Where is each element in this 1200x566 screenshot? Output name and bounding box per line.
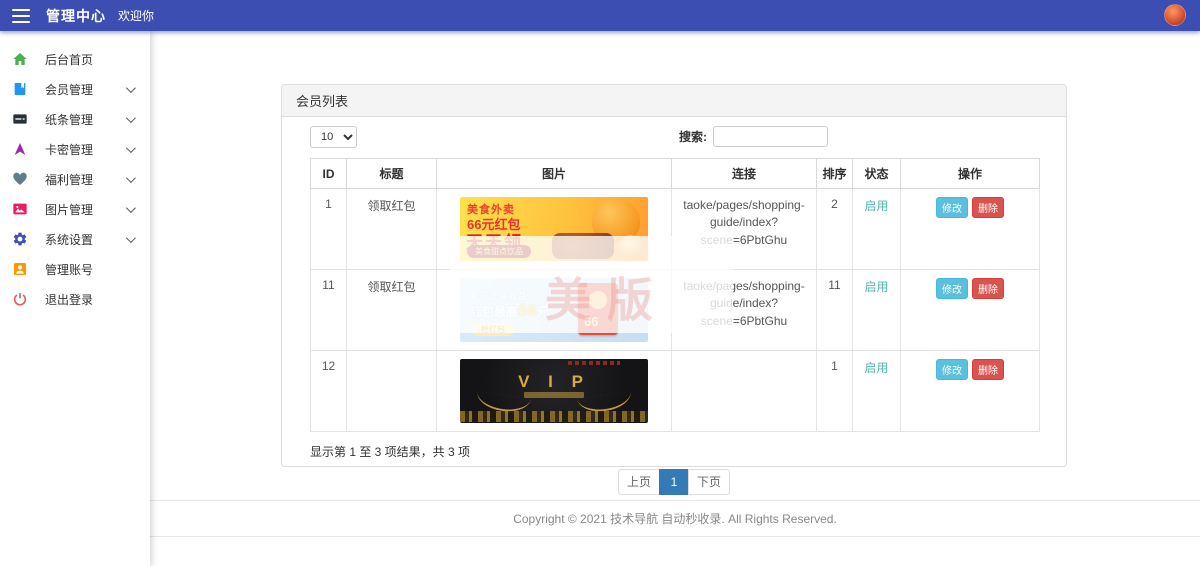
sidebar-item-notes[interactable]: 纸条管理 [0, 104, 150, 134]
sidebar-item-label: 退出登录 [45, 292, 94, 307]
delete-button[interactable]: 删除 [972, 359, 1004, 380]
search-input[interactable] [713, 126, 828, 147]
edit-button[interactable]: 修改 [936, 197, 968, 218]
notes-icon [13, 114, 27, 124]
sidebar-item-images[interactable]: 图片管理 [0, 194, 150, 224]
images-icon [13, 203, 27, 215]
cell-sort: 2 [816, 188, 853, 270]
gold-flourish-graphic [460, 411, 648, 422]
cell-actions: 修改 删除 [900, 350, 1040, 432]
sidebar-item-label: 后台首页 [45, 52, 94, 67]
sidebar-item-members[interactable]: 会员管理 [0, 74, 150, 104]
logout-icon [13, 293, 27, 306]
cell-sort: 11 [816, 269, 853, 351]
cell-id: 11 [310, 269, 347, 351]
header-status: 状态 [852, 158, 901, 189]
cell-link [671, 350, 817, 432]
sidebar-item-welfare[interactable]: 福利管理 [0, 164, 150, 194]
sidebar-item-admin-account[interactable]: 管理账号 [0, 254, 150, 284]
header-sort: 排序 [816, 158, 853, 189]
edit-button[interactable]: 修改 [936, 278, 968, 299]
cell-id: 12 [310, 350, 347, 432]
settings-icon [13, 232, 27, 246]
top-navbar: 管理中心 欢迎你 [0, 0, 1200, 31]
welfare-icon [13, 172, 27, 185]
table-header-row: ID 标题 图片 连接 排序 状态 操作 [310, 158, 1040, 189]
status-enabled[interactable]: 启用 [864, 280, 888, 294]
cell-title [346, 350, 437, 432]
cell-sort: 1 [816, 350, 853, 432]
card-key-icon [14, 143, 26, 155]
members-icon [14, 83, 26, 95]
account-icon [14, 263, 26, 275]
cell-image: V I P [436, 350, 672, 432]
delete-button[interactable]: 删除 [972, 197, 1004, 218]
home-icon [13, 53, 27, 65]
cell-title: 领取红包 [346, 269, 437, 351]
sidebar-item-card-keys[interactable]: 卡密管理 [0, 134, 150, 164]
user-avatar[interactable] [1164, 4, 1186, 26]
header-link: 连接 [671, 158, 817, 189]
table-toolbar: 10 搜索: [310, 126, 1038, 150]
results-summary: 显示第 1 至 3 项结果，共 3 项 [310, 445, 471, 459]
page-size-select[interactable]: 10 [310, 126, 357, 148]
sidebar-item-settings[interactable]: 系统设置 [0, 224, 150, 254]
copyright-text: Copyright © 2021 技术导航 自动秒收录. All Rights … [513, 512, 837, 526]
footer: Copyright © 2021 技术导航 自动秒收录. All Rights … [150, 500, 1200, 537]
delete-button[interactable]: 删除 [972, 278, 1004, 299]
sidebar-item-label: 管理账号 [45, 262, 94, 277]
welcome-text: 欢迎你 [118, 9, 155, 23]
red-marks-graphic [568, 361, 620, 365]
app-title: 管理中心 [46, 7, 106, 24]
edit-button[interactable]: 修改 [936, 359, 968, 380]
status-enabled[interactable]: 启用 [864, 361, 888, 375]
pagination: 上页 1 下页 [310, 469, 1038, 495]
sidebar-item-logout[interactable]: 退出登录 [0, 284, 150, 314]
panel-title: 会员列表 [282, 85, 1066, 117]
main-content: 会员列表 10 搜索: ID 标题 图片 连接 排序 状态 操作 1 领取红包 … [150, 31, 1200, 566]
vip-black-banner-image: V I P [460, 359, 648, 423]
pagination-page-1[interactable]: 1 [659, 469, 689, 495]
header-actions: 操作 [900, 158, 1040, 189]
cell-title: 领取红包 [346, 188, 437, 270]
header-title: 标题 [346, 158, 437, 189]
watermark-text: 美版 [545, 274, 669, 326]
sidebar-item-dashboard[interactable]: 后台首页 [0, 44, 150, 74]
status-enabled[interactable]: 启用 [864, 199, 888, 213]
cell-actions: 修改 删除 [900, 188, 1040, 270]
sidebar: 后台首页 会员管理 纸条管理 卡密管理 福利管理 图片管理 系统设置 管理账号 … [0, 31, 150, 566]
pagination-next[interactable]: 下页 [688, 469, 731, 495]
menu-toggle-icon[interactable] [12, 8, 30, 23]
gold-subtitle-graphic [524, 392, 584, 398]
header-image: 图片 [436, 158, 672, 189]
image-preview-overlay: 美版 [450, 236, 733, 333]
cell-id: 1 [310, 188, 347, 270]
search-label: 搜索: [679, 130, 707, 144]
table-row: 12 V I P 1 启用 修改 删除 [310, 350, 1040, 432]
pagination-prev[interactable]: 上页 [617, 469, 660, 495]
search-group: 搜索: [679, 126, 828, 147]
cell-actions: 修改 删除 [900, 269, 1040, 351]
header-id: ID [310, 158, 347, 189]
